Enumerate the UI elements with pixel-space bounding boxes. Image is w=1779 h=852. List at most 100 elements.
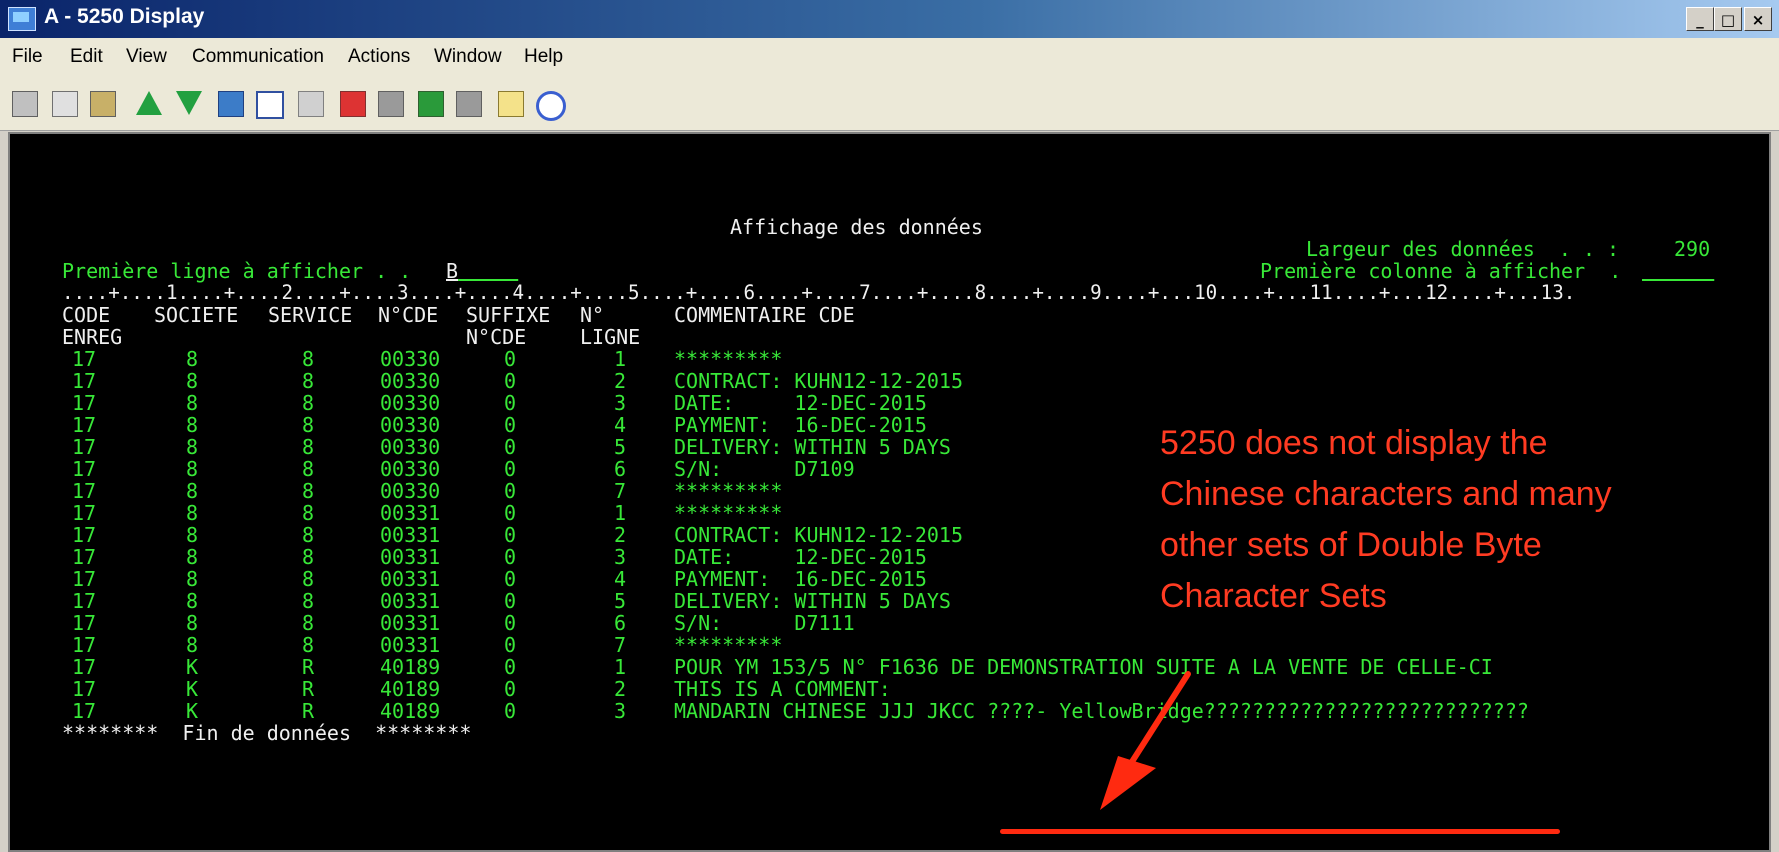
title-bar: A - 5250 Display _ □ × [0, 0, 1779, 38]
cell-ligne: 3 [614, 699, 627, 723]
cell-service: 8 [302, 391, 315, 415]
cell-ncde: 40189 [380, 699, 441, 723]
cell-service: 8 [302, 523, 315, 547]
help-icon[interactable] [536, 91, 566, 121]
cell-societe: 8 [186, 523, 199, 547]
toolbar [0, 78, 1779, 131]
cell-ncde: 00330 [380, 413, 441, 437]
first-column-input[interactable] [1642, 260, 1714, 282]
cell-code: 17 [72, 523, 97, 547]
cell-ncde: 00331 [380, 633, 441, 657]
cell-ligne: 6 [614, 611, 627, 635]
first-line-input-blank[interactable] [458, 260, 518, 282]
cell-suffixe: 0 [504, 589, 517, 613]
menu-edit[interactable]: Edit [70, 46, 103, 68]
cell-suffixe: 0 [504, 391, 517, 415]
cell-societe: K [186, 655, 199, 679]
cell-service: 8 [302, 567, 315, 591]
maximize-button[interactable]: □ [1714, 7, 1742, 31]
cell-comment: PAYMENT: 16-DEC-2015 [674, 567, 927, 591]
cell-societe: 8 [186, 347, 199, 371]
cell-suffixe: 0 [504, 501, 517, 525]
upload-icon[interactable] [136, 91, 162, 115]
first-line-label: Première ligne à afficher . . [62, 259, 424, 283]
macro-icon[interactable] [218, 91, 244, 117]
window-title: A - 5250 Display [44, 5, 205, 28]
cell-comment: DATE: 12-DEC-2015 [674, 545, 927, 569]
cell-ncde: 00331 [380, 567, 441, 591]
header-ligne: LIGNE [580, 325, 641, 349]
cell-suffixe: 0 [504, 633, 517, 657]
annotation-arrow [1100, 671, 1191, 810]
cell-ligne: 1 [614, 655, 627, 679]
cell-comment: CONTRACT: KUHN12-12-2015 [674, 523, 963, 547]
keyboard-icon[interactable] [256, 91, 284, 119]
cell-ligne: 5 [614, 435, 627, 459]
clipboard-icon[interactable] [90, 91, 116, 117]
cell-comment: ********* [674, 501, 783, 525]
cell-societe: 8 [186, 589, 199, 613]
cell-societe: 8 [186, 567, 199, 591]
menu-help[interactable]: Help [524, 46, 563, 68]
header-enreg: ENREG [62, 325, 123, 349]
tools-icon[interactable] [298, 91, 324, 117]
cell-societe: 8 [186, 633, 199, 657]
copy-icon[interactable] [12, 91, 38, 117]
cell-service: 8 [302, 611, 315, 635]
printer-icon[interactable] [378, 91, 404, 117]
notes-icon[interactable] [498, 91, 524, 117]
cell-ligne: 7 [614, 479, 627, 503]
cell-ligne: 2 [614, 677, 627, 701]
menu-view[interactable]: View [126, 46, 167, 68]
cell-societe: 8 [186, 479, 199, 503]
cell-code: 17 [72, 677, 97, 701]
header-n: N° [580, 303, 605, 327]
cell-code: 17 [72, 413, 97, 437]
cell-service: 8 [302, 633, 315, 657]
menu-file[interactable]: File [12, 46, 43, 68]
header-suffixe: SUFFIXE [466, 303, 551, 327]
cell-ncde: 00330 [380, 391, 441, 415]
cell-ncde: 40189 [380, 677, 441, 701]
close-button[interactable]: × [1744, 7, 1772, 31]
cell-comment: S/N: D7109 [674, 457, 855, 481]
cell-suffixe: 0 [504, 457, 517, 481]
download-icon[interactable] [176, 91, 202, 115]
cell-service: R [302, 655, 315, 679]
cell-societe: K [186, 677, 199, 701]
minimize-button[interactable]: _ [1686, 7, 1714, 31]
cell-societe: 8 [186, 413, 199, 437]
cell-suffixe: 0 [504, 413, 517, 437]
print-screen-icon[interactable] [340, 91, 366, 117]
menu-window[interactable]: Window [434, 46, 502, 68]
header-code: CODE [62, 303, 111, 327]
cell-ligne: 5 [614, 589, 627, 613]
menu-actions[interactable]: Actions [348, 46, 410, 68]
cell-ligne: 6 [614, 457, 627, 481]
cell-ncde: 00331 [380, 589, 441, 613]
cell-comment: ********* [674, 633, 783, 657]
cell-service: 8 [302, 457, 315, 481]
cell-service: 8 [302, 435, 315, 459]
cell-ligne: 7 [614, 633, 627, 657]
cell-comment: THIS IS A COMMENT: [674, 677, 891, 701]
cell-code: 17 [72, 589, 97, 613]
cell-code: 17 [72, 545, 97, 569]
header-societe: SOCIETE [154, 303, 239, 327]
data-width-label: Largeur des données . . : [1306, 237, 1620, 261]
app-icon[interactable] [8, 7, 36, 31]
header-suffixe-ncde: N°CDE [466, 325, 527, 349]
menu-communication[interactable]: Communication [192, 46, 324, 68]
paste-icon[interactable] [52, 91, 78, 117]
print-setup-icon[interactable] [418, 91, 444, 117]
first-line-input[interactable]: B [446, 260, 458, 282]
cell-service: R [302, 677, 315, 701]
end-of-data: ******** Fin de données ******** [62, 721, 472, 745]
annotation-text: 5250 does not display the Chinese charac… [1160, 424, 1612, 615]
printer2-icon[interactable] [456, 91, 482, 117]
cell-societe: 8 [186, 369, 199, 393]
screen-heading: Affichage des données [730, 215, 983, 239]
cell-ncde: 00330 [380, 435, 441, 459]
annotation-underline [1000, 829, 1560, 834]
cell-suffixe: 0 [504, 435, 517, 459]
